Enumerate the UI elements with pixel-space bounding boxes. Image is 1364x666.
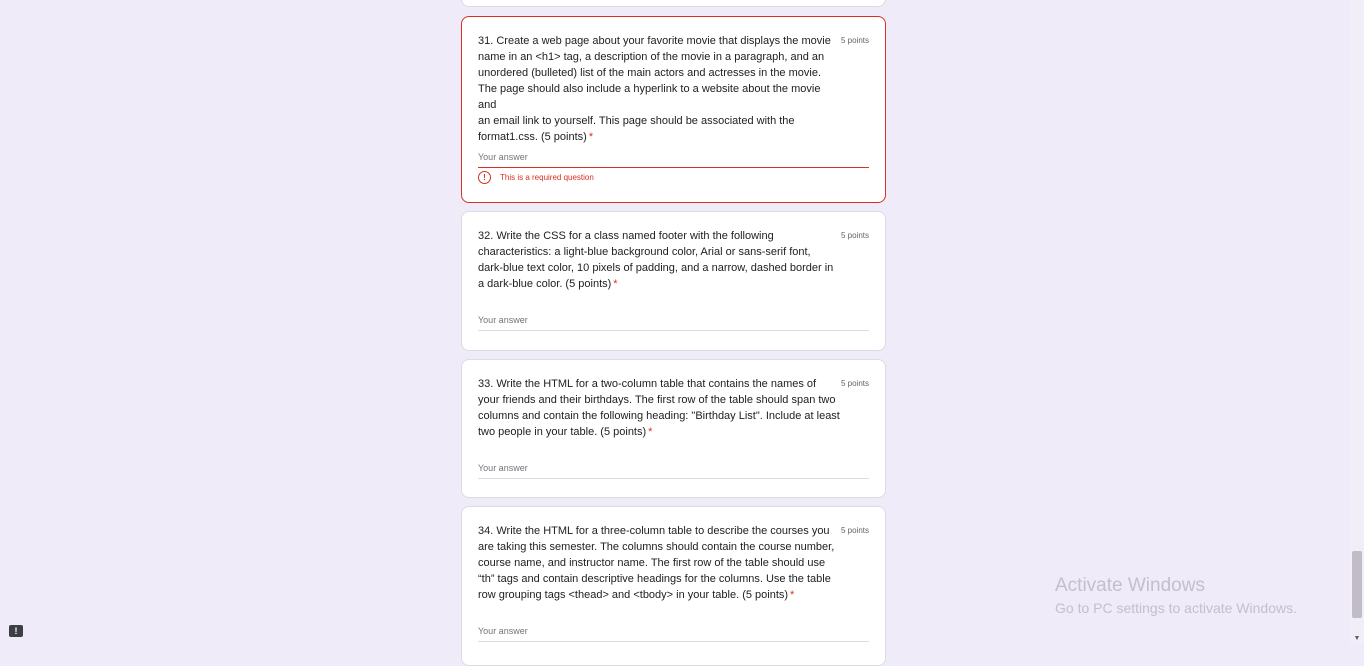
watermark-subtitle: Go to PC settings to activate Windows.: [1055, 600, 1297, 616]
chevron-down-icon[interactable]: ▼: [1352, 634, 1362, 644]
question-card-33: 33. Write the HTML for a two-column tabl…: [461, 359, 886, 498]
error-text: This is a required question: [500, 173, 594, 182]
question-card-31: 31. Create a web page about your favorit…: [461, 16, 886, 203]
points-label: 5 points: [840, 526, 869, 535]
question-text-34: 34. Write the HTML for a three-column ta…: [478, 525, 835, 601]
required-asterisk: *: [613, 278, 618, 290]
error-message: ! This is a required question: [478, 171, 594, 184]
answer-field-31[interactable]: [478, 147, 869, 168]
scrollbar-track[interactable]: [1350, 0, 1364, 645]
question-card-34: 34. Write the HTML for a three-column ta…: [461, 506, 886, 666]
required-asterisk: *: [648, 426, 653, 438]
answer-input-33[interactable]: [478, 458, 869, 478]
answer-input-31[interactable]: [478, 147, 869, 167]
answer-input-34[interactable]: [478, 621, 869, 641]
watermark-title: Activate Windows: [1055, 575, 1205, 596]
required-asterisk: *: [588, 131, 594, 143]
answer-field-32[interactable]: [478, 310, 869, 331]
points-label: 5 points: [840, 36, 869, 45]
activate-windows-watermark: Activate Windows Go to PC settings to ac…: [1055, 575, 1297, 617]
feedback-icon[interactable]: !: [9, 625, 23, 637]
question-text-33: 33. Write the HTML for a two-column tabl…: [478, 378, 840, 438]
previous-question-card: [461, 0, 886, 7]
points-label: 5 points: [840, 379, 869, 388]
answer-input-32[interactable]: [478, 310, 869, 330]
answer-field-34[interactable]: [478, 621, 869, 642]
question-card-32: 32. Write the CSS for a class named foot…: [461, 211, 886, 351]
required-asterisk: *: [790, 589, 795, 601]
answer-field-33[interactable]: [478, 458, 869, 479]
error-icon: !: [478, 171, 491, 184]
points-label: 5 points: [840, 231, 869, 240]
question-text-32: 32. Write the CSS for a class named foot…: [478, 230, 834, 290]
scrollbar-thumb[interactable]: [1352, 551, 1362, 618]
question-text-31: 31. Create a web page about your favorit…: [478, 35, 831, 143]
